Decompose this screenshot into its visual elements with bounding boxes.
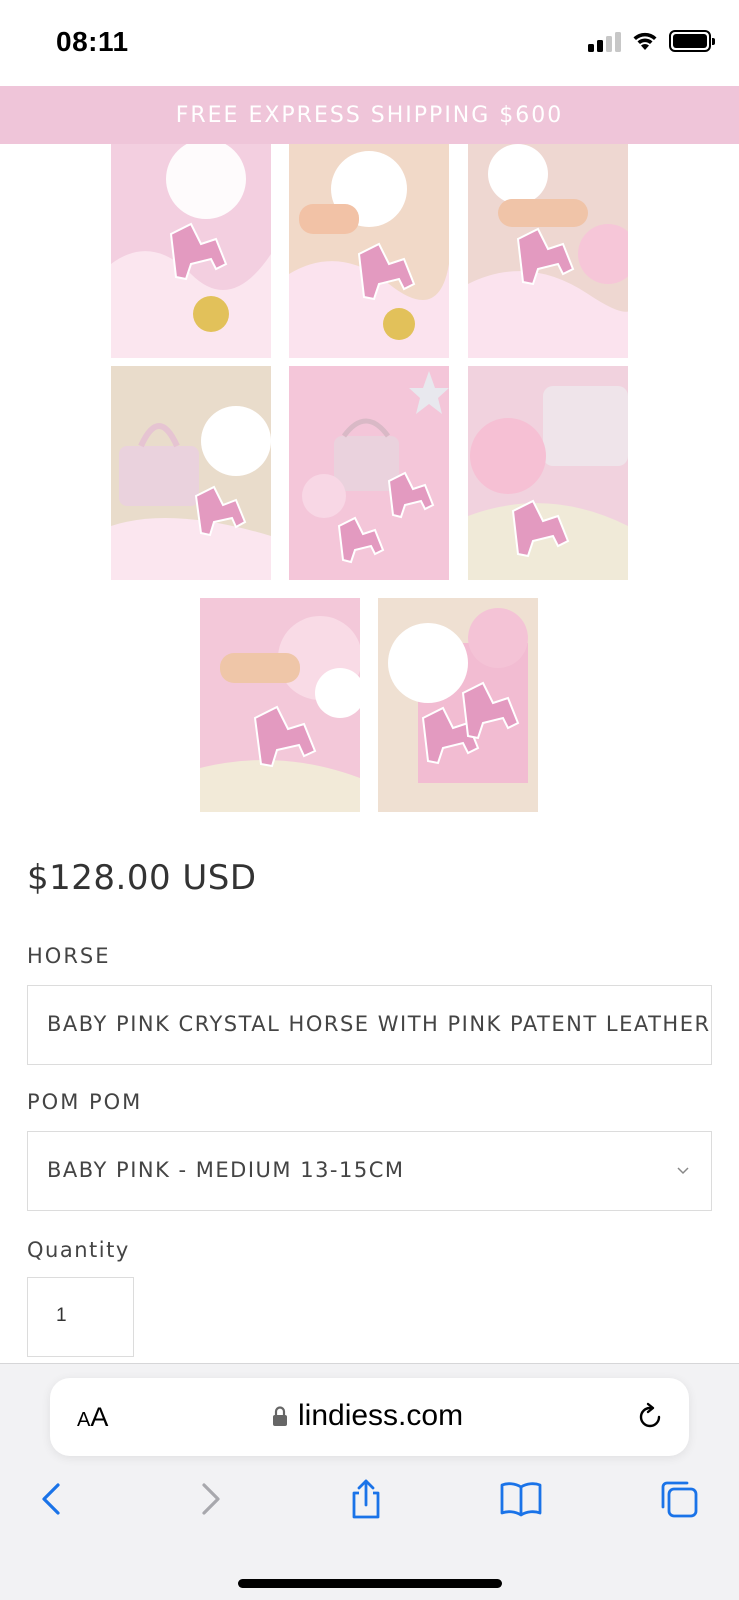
address-bar[interactable]: AA lindiess.com [50, 1378, 689, 1456]
reload-icon[interactable] [635, 1402, 665, 1432]
quantity-label: Quantity [27, 1238, 130, 1262]
cellular-signal-icon [588, 30, 621, 52]
tabs-icon[interactable] [657, 1477, 701, 1521]
status-bar: 08:11 [0, 0, 739, 86]
browser-toolbar: AA lindiess.com [0, 1363, 739, 1600]
product-image-7[interactable] [200, 598, 360, 812]
battery-icon [669, 30, 715, 52]
product-image-8[interactable] [378, 598, 538, 812]
product-image-6[interactable] [468, 366, 628, 580]
announcement-text: FREE EXPRESS SHIPPING $600 [175, 102, 564, 128]
pompom-select-value: BABY PINK - MEDIUM 13-15CM [47, 1158, 405, 1182]
status-time: 08:11 [56, 26, 129, 57]
product-image-5[interactable] [289, 366, 449, 580]
quantity-value: 1 [56, 1305, 67, 1326]
product-image-2[interactable] [289, 144, 449, 358]
product-image-4[interactable] [111, 366, 271, 580]
share-icon[interactable] [344, 1477, 388, 1521]
home-indicator[interactable] [238, 1579, 502, 1588]
horse-option-label: HORSE [27, 944, 111, 968]
chevron-down-icon [677, 1167, 689, 1175]
pompom-select[interactable]: BABY PINK - MEDIUM 13-15CM [27, 1131, 712, 1211]
lock-icon [273, 1406, 287, 1426]
status-icons [588, 30, 715, 52]
pompom-option-label: POM POM [27, 1090, 143, 1114]
text-size-button[interactable]: AA [77, 1402, 108, 1433]
url-domain: lindiess.com [298, 1399, 464, 1432]
announcement-bar[interactable]: FREE EXPRESS SHIPPING $600 [0, 86, 739, 144]
back-icon[interactable] [30, 1477, 74, 1521]
horse-select-value: BABY PINK CRYSTAL HORSE WITH PINK PATENT… [47, 1012, 711, 1036]
product-image-1[interactable] [111, 144, 271, 358]
horse-select[interactable]: BABY PINK CRYSTAL HORSE WITH PINK PATENT… [27, 985, 712, 1065]
wifi-icon [633, 32, 657, 50]
bookmarks-icon[interactable] [499, 1477, 543, 1521]
forward-icon[interactable] [188, 1477, 232, 1521]
product-price: $128.00 USD [27, 858, 257, 898]
quantity-input[interactable]: 1 [27, 1277, 134, 1357]
product-image-3[interactable] [468, 144, 628, 358]
